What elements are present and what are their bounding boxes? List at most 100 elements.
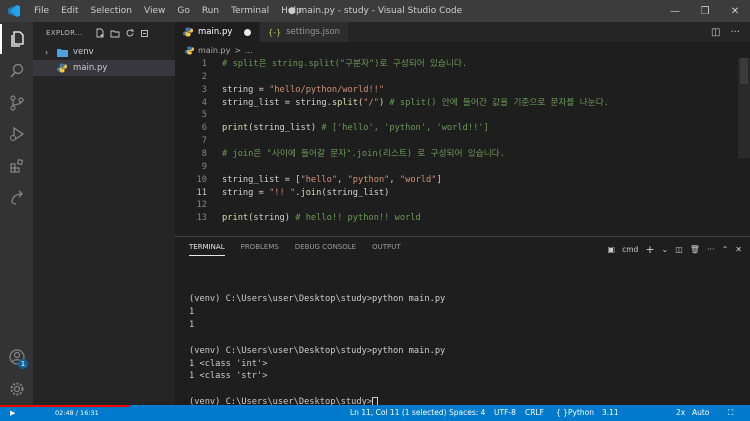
unsaved-dot-icon[interactable] [244, 28, 251, 36]
title-bar: File Edit Selection View Go Run Terminal… [0, 0, 750, 22]
menu-edit[interactable]: Edit [55, 0, 84, 22]
panel-tabs: TERMINAL PROBLEMS DEBUG CONSOLE OUTPUT [189, 243, 401, 256]
minimap[interactable] [738, 58, 750, 158]
breadcrumb-rest[interactable]: ... [245, 46, 253, 55]
line-number: 3 [201, 84, 207, 95]
code-line-13: print(string) # hello!! python!! world [222, 213, 421, 224]
terminal-line: (venv) C:\Users\user\Desktop\study>pytho… [189, 345, 446, 356]
fullscreen-icon[interactable]: ⛶ [728, 405, 733, 421]
terminal-icon: ▣ [607, 245, 616, 254]
line-number: 1 [201, 59, 207, 69]
line-ending[interactable]: CRLF [525, 405, 544, 421]
indentation[interactable]: Spaces: 4 [449, 405, 485, 421]
language-mode[interactable]: Python [568, 405, 594, 421]
menu-go[interactable]: Go [171, 0, 195, 22]
menu-file[interactable]: File [28, 0, 55, 22]
encoding[interactable]: UTF-8 [494, 405, 516, 421]
playback-speed[interactable]: 2x [676, 405, 685, 421]
explorer-header: EXPLOR... [33, 22, 175, 44]
menu-selection[interactable]: Selection [85, 0, 138, 22]
activity-bar: 1 [0, 22, 33, 405]
search-icon[interactable] [0, 56, 33, 86]
python-icon: { } [556, 408, 568, 417]
bottom-panel: TERMINAL PROBLEMS DEBUG CONSOLE OUTPUT ▣… [175, 236, 750, 407]
minimize-icon[interactable]: — [660, 0, 690, 22]
more-actions-icon[interactable]: ··· [707, 245, 715, 254]
explorer-title: EXPLOR... [46, 29, 83, 37]
vscode-logo-icon [0, 0, 28, 22]
source-control-icon[interactable] [0, 88, 33, 118]
line-number-current: 11 [196, 187, 207, 198]
status-bar: ▶ 02:48 / 16:31 Ln 11, Col 11 (1 selecte… [0, 405, 750, 421]
code-line-1: # split은 string.split("구분자")로 구성되어 있습니다. [222, 59, 468, 69]
maximize-panel-icon[interactable]: ⌃ [722, 245, 729, 254]
explorer-icon[interactable] [0, 24, 33, 54]
line-number: 6 [201, 123, 207, 134]
tab-problems[interactable]: PROBLEMS [241, 243, 279, 256]
terminal-line: 1 [189, 306, 195, 317]
tree-item-venv[interactable]: › venv [33, 44, 175, 60]
play-icon[interactable]: ▶ [10, 405, 15, 421]
terminal-line: 1 <class 'str'> [189, 371, 268, 382]
split-terminal-icon[interactable]: ◫ [675, 245, 683, 254]
close-icon[interactable]: ✕ [720, 0, 750, 22]
account-icon[interactable]: 1 [0, 342, 33, 372]
account-badge: 1 [18, 359, 28, 369]
json-file-icon: {-} [268, 27, 282, 37]
new-folder-icon[interactable] [110, 28, 120, 38]
new-file-icon[interactable] [95, 28, 105, 38]
video-time: 02:48 / 16:31 [55, 409, 99, 417]
line-number: 7 [201, 136, 207, 147]
tab-settings-json[interactable]: {-} settings.json [260, 22, 350, 42]
breadcrumb-file[interactable]: main.py [198, 46, 230, 55]
restore-icon[interactable]: ❐ [690, 0, 720, 22]
menu-view[interactable]: View [138, 0, 171, 22]
code-line-6: print(string_list) # ['hello', 'python',… [222, 123, 489, 134]
code-line-11: string = "!! ".join(string_list) [222, 187, 390, 198]
chevron-down-icon[interactable]: ⌄ [662, 245, 669, 254]
panel-actions: ▣ cmd + ⌄ ◫ 🗑 ··· ⌃ ✕ [608, 243, 742, 256]
extensions-icon[interactable] [0, 151, 33, 181]
menu-bar: File Edit Selection View Go Run Terminal… [28, 0, 308, 22]
quality-auto[interactable]: Auto [692, 405, 709, 421]
terminal-shell-label[interactable]: cmd [622, 245, 638, 254]
more-actions-icon[interactable]: ··· [730, 27, 740, 38]
minimap-slider[interactable] [740, 58, 748, 84]
breadcrumb-separator: > [234, 45, 242, 55]
new-terminal-icon[interactable]: + [645, 243, 654, 256]
tree-item-main-py[interactable]: main.py [33, 60, 175, 76]
menu-run[interactable]: Run [196, 0, 225, 22]
close-panel-icon[interactable]: ✕ [735, 245, 742, 254]
tab-terminal[interactable]: TERMINAL [189, 243, 225, 256]
tab-debug-console[interactable]: DEBUG CONSOLE [295, 243, 356, 256]
line-number: 2 [201, 71, 207, 82]
tab-output[interactable]: OUTPUT [372, 243, 401, 256]
line-number: 9 [201, 161, 207, 172]
run-debug-icon[interactable] [0, 119, 33, 149]
split-editor-icon[interactable]: ◫ [711, 27, 720, 38]
line-number: 4 [201, 97, 207, 108]
tab-label: settings.json [286, 27, 341, 37]
terminal-line: 1 [189, 319, 195, 330]
trash-icon[interactable]: 🗑 [690, 245, 700, 254]
python-file-icon [183, 27, 193, 37]
line-number: 10 [196, 174, 207, 185]
collapse-all-icon[interactable] [140, 28, 150, 38]
python-file-icon [185, 45, 194, 55]
code-line-4: string_list = string.split("/") # split(… [222, 97, 609, 108]
terminal-line: (venv) C:\Users\user\Desktop\study>pytho… [189, 294, 446, 304]
remote-explorer-icon[interactable] [0, 183, 33, 213]
refresh-icon[interactable] [125, 28, 135, 38]
menu-terminal[interactable]: Terminal [225, 0, 275, 22]
terminal-output[interactable]: (venv) C:\Users\user\Desktop\study>pytho… [189, 293, 445, 409]
code-editor[interactable]: 1 2 3 4 5 6 7 8 9 10 11 12 13 # split은 s… [175, 58, 750, 234]
tab-main-py[interactable]: main.py [175, 22, 260, 42]
chevron-right-icon: › [45, 47, 49, 57]
python-interpreter[interactable]: 3.11 [602, 405, 619, 421]
cursor-position[interactable]: Ln 11, Col 11 (1 selected) [350, 405, 447, 421]
settings-gear-icon[interactable] [0, 374, 33, 404]
folder-icon [57, 48, 68, 57]
menu-help[interactable]: Help [275, 0, 308, 22]
breadcrumb: main.py > ... [175, 42, 750, 58]
